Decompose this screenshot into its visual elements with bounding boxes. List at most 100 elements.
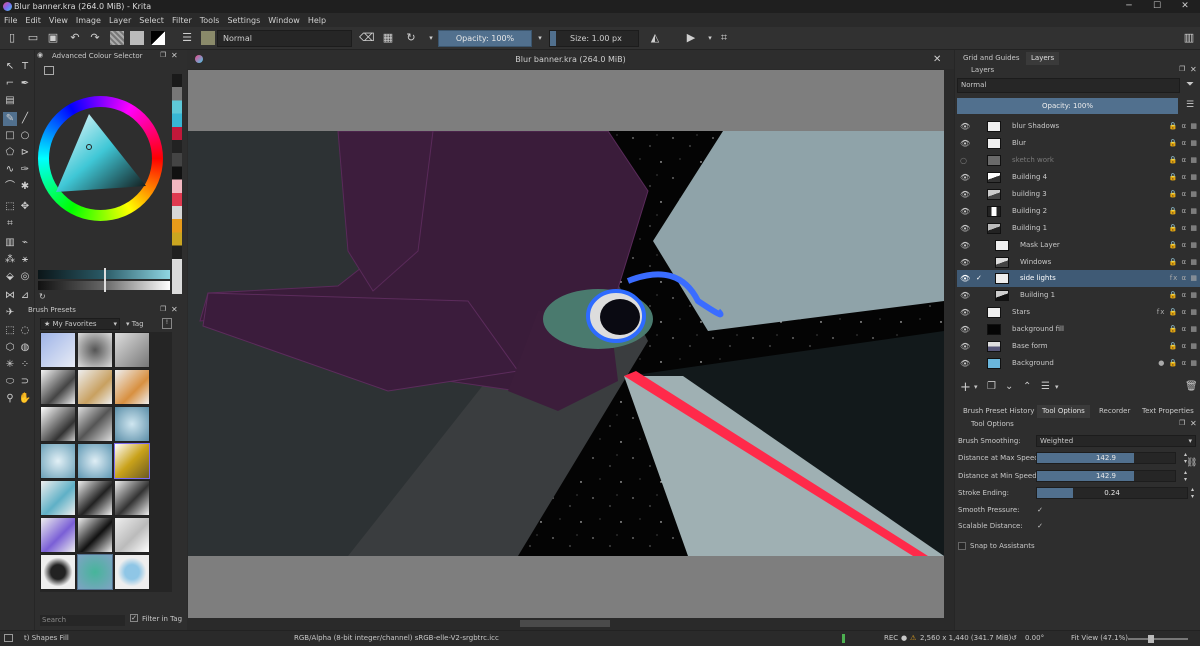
zoom-value[interactable]: Fit View (47.1%) xyxy=(1071,631,1128,646)
distance-min-slider[interactable]: 142.9 xyxy=(1036,470,1176,482)
menu-select[interactable]: Select xyxy=(135,16,168,25)
delete-layer-icon[interactable]: 🗑 xyxy=(1185,381,1198,392)
preset-pencil-2[interactable] xyxy=(77,369,113,405)
layer-properties-icons[interactable]: 🔒 α ▦ xyxy=(1169,203,1198,220)
crop-icon[interactable]: ⌗ xyxy=(717,31,731,45)
layer-row[interactable]: 👁 Building 1 🔒 α ▦ xyxy=(957,287,1200,304)
layer-properties-icons[interactable]: fx 🔒 α ▦ xyxy=(1157,304,1198,321)
duplicate-layer-icon[interactable]: ❐ xyxy=(987,381,996,392)
colorize-mask-tool-icon[interactable]: ⁂ xyxy=(3,253,17,267)
preset-ink[interactable] xyxy=(114,332,150,368)
measure-tool-icon[interactable]: ⊿ xyxy=(18,289,32,303)
refresh-icon[interactable]: ↻ xyxy=(39,292,46,301)
layer-row[interactable]: 👁 Blur 🔒 α ▦ xyxy=(957,135,1200,152)
layer-row[interactable]: 👁 Building 2 🔒 α ▦ xyxy=(957,203,1200,220)
preset-soft-pen[interactable] xyxy=(114,517,150,553)
pan-tool-icon[interactable]: ✋ xyxy=(18,392,32,406)
visibility-eye-icon[interactable]: 👁 xyxy=(960,270,970,287)
assistant-tool-icon[interactable]: ⋈ xyxy=(3,289,17,303)
mirror-dropdown-icon[interactable]: ▾ xyxy=(703,31,717,45)
menu-image[interactable]: Image xyxy=(72,16,105,25)
preset-brush-2[interactable] xyxy=(114,480,150,516)
mirror-vertical-icon[interactable]: ▶ xyxy=(684,31,698,45)
layer-row[interactable]: 👁 Building 4 🔒 α ▦ xyxy=(957,169,1200,186)
stroke-ending-spin-icon[interactable]: ▴ ▾ xyxy=(1191,486,1194,500)
layer-properties-icons[interactable]: 🔒 α ▦ xyxy=(1169,237,1198,254)
menu-tools[interactable]: Tools xyxy=(196,16,224,25)
brush-preset-icon[interactable] xyxy=(201,31,215,45)
gradient-fill-tool-icon[interactable]: ▥ xyxy=(3,236,17,250)
tag-select[interactable]: ★ My Favorites ▾ xyxy=(40,318,120,330)
layer-properties-icons[interactable]: 🔒 α ▦ xyxy=(1169,118,1198,135)
layer-row[interactable]: 👁 Background ● 🔒 α ▦ xyxy=(957,355,1200,372)
docker-lock-icon[interactable]: ◉ xyxy=(37,51,43,59)
preset-texture-gold[interactable] xyxy=(114,443,150,479)
artwork-canvas[interactable] xyxy=(188,131,944,556)
layer-properties-icons[interactable]: 🔒 α ▦ xyxy=(1169,338,1198,355)
visibility-eye-icon[interactable]: 👁 xyxy=(960,237,970,254)
presets-float-icon[interactable]: ❐ xyxy=(160,305,166,313)
layer-properties-icons[interactable]: 🔒 α ▦ xyxy=(1169,254,1198,271)
contiguous-select-tool-icon[interactable]: ✳ xyxy=(3,358,17,372)
preset-pattern[interactable] xyxy=(114,554,150,590)
layer-properties-icons[interactable]: fx α ▦ xyxy=(1170,270,1198,287)
crop-tool-icon[interactable]: ⌗ xyxy=(3,217,17,231)
bezier-tool-icon[interactable]: ∿ xyxy=(3,163,17,177)
layers-close-icon[interactable]: ✕ xyxy=(1190,65,1197,74)
layer-properties-icons[interactable]: 🔒 α ▦ xyxy=(1169,135,1198,152)
gradient-tool-icon[interactable]: ▤ xyxy=(3,94,17,108)
similar-select-tool-icon[interactable]: ⁘ xyxy=(18,358,32,372)
minimize-button[interactable]: ─ xyxy=(1118,0,1140,13)
layer-row[interactable]: 👁 Building 1 🔒 α ▦ xyxy=(957,220,1200,237)
layer-properties-icons[interactable]: 🔒 α ▦ xyxy=(1169,220,1198,237)
layer-row[interactable]: 👁 background fill 🔒 α ▦ xyxy=(957,321,1200,338)
menu-help[interactable]: Help xyxy=(304,16,330,25)
preset-flask[interactable] xyxy=(77,554,113,590)
layer-row-selected[interactable]: 👁 ✓ side lights fx α ▦ xyxy=(957,270,1200,287)
maximize-button[interactable]: ☐ xyxy=(1146,0,1168,13)
tag-button[interactable]: ▾ Tag xyxy=(126,318,144,330)
preset-pencil-3[interactable] xyxy=(114,369,150,405)
preset-blender[interactable] xyxy=(77,332,113,368)
vertical-scrollbar[interactable] xyxy=(944,70,952,618)
edit-shapes-tool-icon[interactable]: ⌐ xyxy=(3,77,17,91)
visibility-eye-icon[interactable]: 👁 xyxy=(960,287,970,304)
brush-smoothing-select[interactable]: Weighted ▾ xyxy=(1036,435,1196,447)
image-dimensions-text[interactable]: 2,560 x 1,440 (341.7 MiB) xyxy=(920,631,1011,646)
presets-close-icon[interactable]: ✕ xyxy=(171,305,178,314)
link-chain-icon[interactable]: ⛓ xyxy=(1186,458,1197,468)
stroke-ending-slider[interactable]: 0.24 xyxy=(1036,487,1188,499)
size-slider[interactable]: Size: 1.00 px xyxy=(549,30,639,47)
layer-properties-icon[interactable]: ☰ xyxy=(1041,381,1050,392)
visibility-eye-icon[interactable]: 👁 xyxy=(960,220,970,237)
dynamic-brush-tool-icon[interactable]: ⌒ xyxy=(3,180,17,194)
magnetic-select-tool-icon[interactable]: ⊃ xyxy=(18,375,32,389)
menu-filter[interactable]: Filter xyxy=(168,16,196,25)
close-document-icon[interactable]: ✕ xyxy=(933,50,941,69)
rec-label[interactable]: REC xyxy=(884,631,898,646)
menu-file[interactable]: File xyxy=(0,16,21,25)
polygon-tool-icon[interactable]: ⬠ xyxy=(3,146,17,160)
fill-tool-icon[interactable]: ⬙ xyxy=(3,270,17,284)
freehand-brush-tool-icon[interactable]: ✎ xyxy=(3,112,17,126)
layer-properties-icons[interactable]: 🔒 α ▦ xyxy=(1169,169,1198,186)
move-layer-down-icon[interactable]: ⌄ xyxy=(1005,381,1013,392)
visibility-eye-icon[interactable]: 👁 xyxy=(960,304,970,321)
preset-cloud-1[interactable] xyxy=(114,406,150,442)
bezier-select-tool-icon[interactable]: ⬭ xyxy=(3,375,17,389)
hidden-eye-icon[interactable]: ○ xyxy=(960,152,967,169)
rect-select-tool-icon[interactable]: ⬚ xyxy=(3,324,17,338)
gradient-swatch-icon[interactable] xyxy=(130,31,144,45)
move-tool-icon[interactable]: ✥ xyxy=(18,200,32,214)
visibility-eye-icon[interactable]: 👁 xyxy=(960,254,970,271)
calligraphy-tool-icon[interactable]: ✒ xyxy=(18,77,32,91)
add-layer-dropdown-icon[interactable]: ▾ xyxy=(974,383,978,391)
brush-settings-icon[interactable]: ☰ xyxy=(180,31,194,45)
menu-layer[interactable]: Layer xyxy=(105,16,135,25)
layer-options-icon[interactable]: ☰ xyxy=(1186,100,1194,110)
transform-tool-icon[interactable]: ⬚ xyxy=(3,200,17,214)
tool-options-close-icon[interactable]: ✕ xyxy=(1190,419,1197,428)
layer-properties-icons[interactable]: ● 🔒 α ▦ xyxy=(1158,355,1198,372)
layer-properties-icons[interactable]: 🔒 α ▦ xyxy=(1169,152,1198,169)
distance-max-slider[interactable]: 142.9 xyxy=(1036,452,1176,464)
